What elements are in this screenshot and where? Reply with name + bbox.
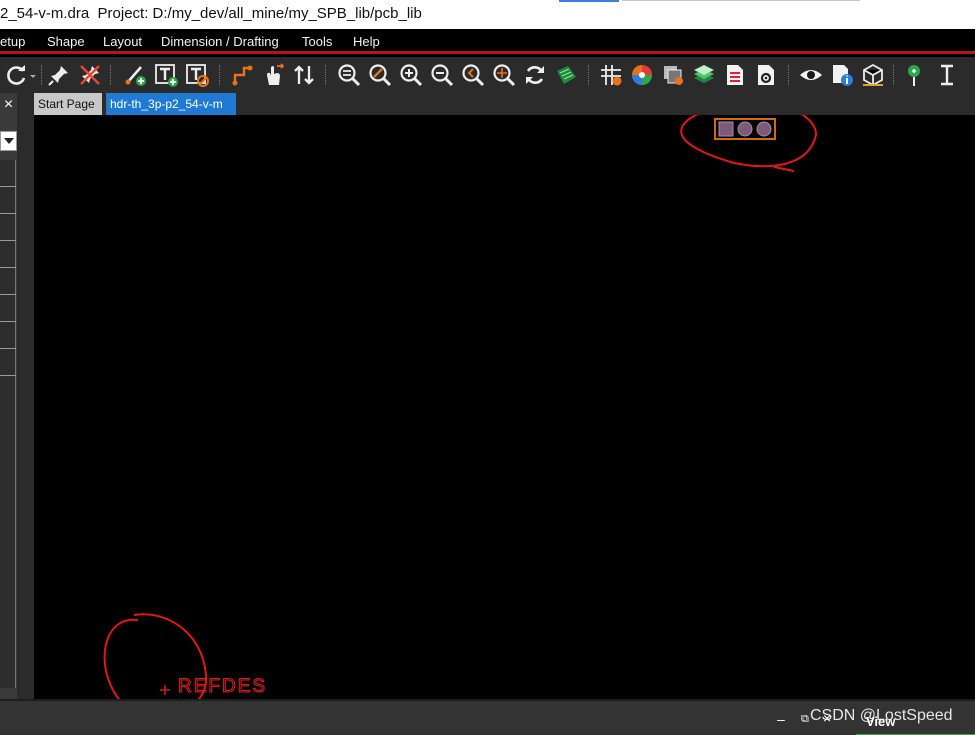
tab-start-page[interactable]: Start Page bbox=[34, 93, 102, 115]
menu-setup[interactable]: etup bbox=[0, 34, 25, 49]
toolbar bbox=[0, 57, 975, 93]
square-pad[interactable] bbox=[718, 121, 734, 137]
tab-design[interactable]: hdr-th_3p-p2_54-v-m bbox=[106, 93, 236, 115]
refdes-label[interactable]: REFDES bbox=[177, 675, 267, 697]
list-item[interactable] bbox=[0, 268, 16, 295]
chevron-down-icon bbox=[4, 138, 14, 144]
zoom-center-icon[interactable] bbox=[490, 61, 517, 88]
menu-bar: etup Shape Layout Dimension / Drafting T… bbox=[0, 29, 975, 54]
title-bar: 2_54-v-m.dra Project: D:/my_dev/all_mine… bbox=[0, 0, 975, 29]
menu-help[interactable]: Help bbox=[353, 34, 380, 49]
zoom-in-icon[interactable] bbox=[397, 61, 424, 88]
measure-icon[interactable] bbox=[933, 61, 960, 88]
design-canvas[interactable]: REFDES bbox=[34, 115, 975, 699]
settings-icon[interactable] bbox=[752, 61, 779, 88]
unpin-icon[interactable] bbox=[76, 61, 103, 88]
info-icon[interactable] bbox=[828, 61, 855, 88]
pin-icon[interactable] bbox=[45, 61, 72, 88]
move-icon[interactable] bbox=[259, 61, 286, 88]
layers-icon[interactable] bbox=[690, 61, 717, 88]
panel-dropdown[interactable] bbox=[0, 131, 17, 151]
report-icon[interactable] bbox=[721, 61, 748, 88]
color-icon[interactable] bbox=[628, 61, 655, 88]
restore-button[interactable]: ⧉ bbox=[801, 713, 809, 726]
footprint[interactable] bbox=[714, 118, 776, 140]
list-item[interactable] bbox=[0, 322, 16, 349]
model-icon[interactable] bbox=[859, 61, 886, 88]
minimize-button[interactable]: – bbox=[777, 711, 785, 727]
list-item[interactable] bbox=[0, 160, 16, 187]
panel-list bbox=[0, 160, 16, 688]
menu-dimension-drafting[interactable]: Dimension / Drafting bbox=[161, 34, 279, 49]
add-line-icon[interactable] bbox=[121, 61, 148, 88]
edit-text-icon[interactable] bbox=[183, 61, 210, 88]
connect-icon[interactable] bbox=[228, 61, 255, 88]
chevron-down-icon[interactable] bbox=[28, 61, 38, 88]
menu-tools[interactable]: Tools bbox=[302, 34, 332, 49]
zoom-pan-icon[interactable] bbox=[366, 61, 393, 88]
shadow-icon[interactable] bbox=[659, 61, 686, 88]
title-divider-line bbox=[622, 0, 860, 1]
list-item[interactable] bbox=[0, 214, 16, 241]
redo-icon[interactable] bbox=[3, 61, 30, 88]
add-text-icon[interactable] bbox=[152, 61, 179, 88]
panel-splitter[interactable] bbox=[17, 93, 34, 699]
3d-board-icon[interactable] bbox=[552, 61, 579, 88]
grid-icon[interactable] bbox=[597, 61, 624, 88]
watermark: CSDN @LostSpeed bbox=[810, 707, 953, 724]
origin-marker bbox=[160, 685, 170, 695]
list-item[interactable] bbox=[0, 349, 16, 376]
zoom-previous-icon[interactable] bbox=[459, 61, 486, 88]
list-item[interactable] bbox=[0, 295, 16, 322]
list-item[interactable] bbox=[0, 241, 16, 268]
list-item[interactable] bbox=[0, 187, 16, 214]
tab-bar: Start Page hdr-th_3p-p2_54-v-m bbox=[34, 93, 975, 115]
window-title: 2_54-v-m.dra Project: D:/my_dev/all_mine… bbox=[0, 5, 422, 22]
title-accent-line bbox=[559, 0, 619, 2]
menu-layout[interactable]: Layout bbox=[103, 34, 142, 49]
round-pad[interactable] bbox=[756, 121, 772, 137]
redraw-icon[interactable] bbox=[521, 61, 548, 88]
left-panel: × bbox=[0, 93, 17, 699]
marker-icon[interactable] bbox=[900, 61, 927, 88]
visibility-icon[interactable] bbox=[797, 61, 824, 88]
round-pad[interactable] bbox=[737, 121, 753, 137]
swap-icon[interactable] bbox=[290, 61, 317, 88]
menu-shape[interactable]: Shape bbox=[47, 34, 85, 49]
zoom-out-icon[interactable] bbox=[428, 61, 455, 88]
close-panel-button[interactable]: × bbox=[0, 95, 17, 115]
zoom-fit-icon[interactable] bbox=[335, 61, 362, 88]
